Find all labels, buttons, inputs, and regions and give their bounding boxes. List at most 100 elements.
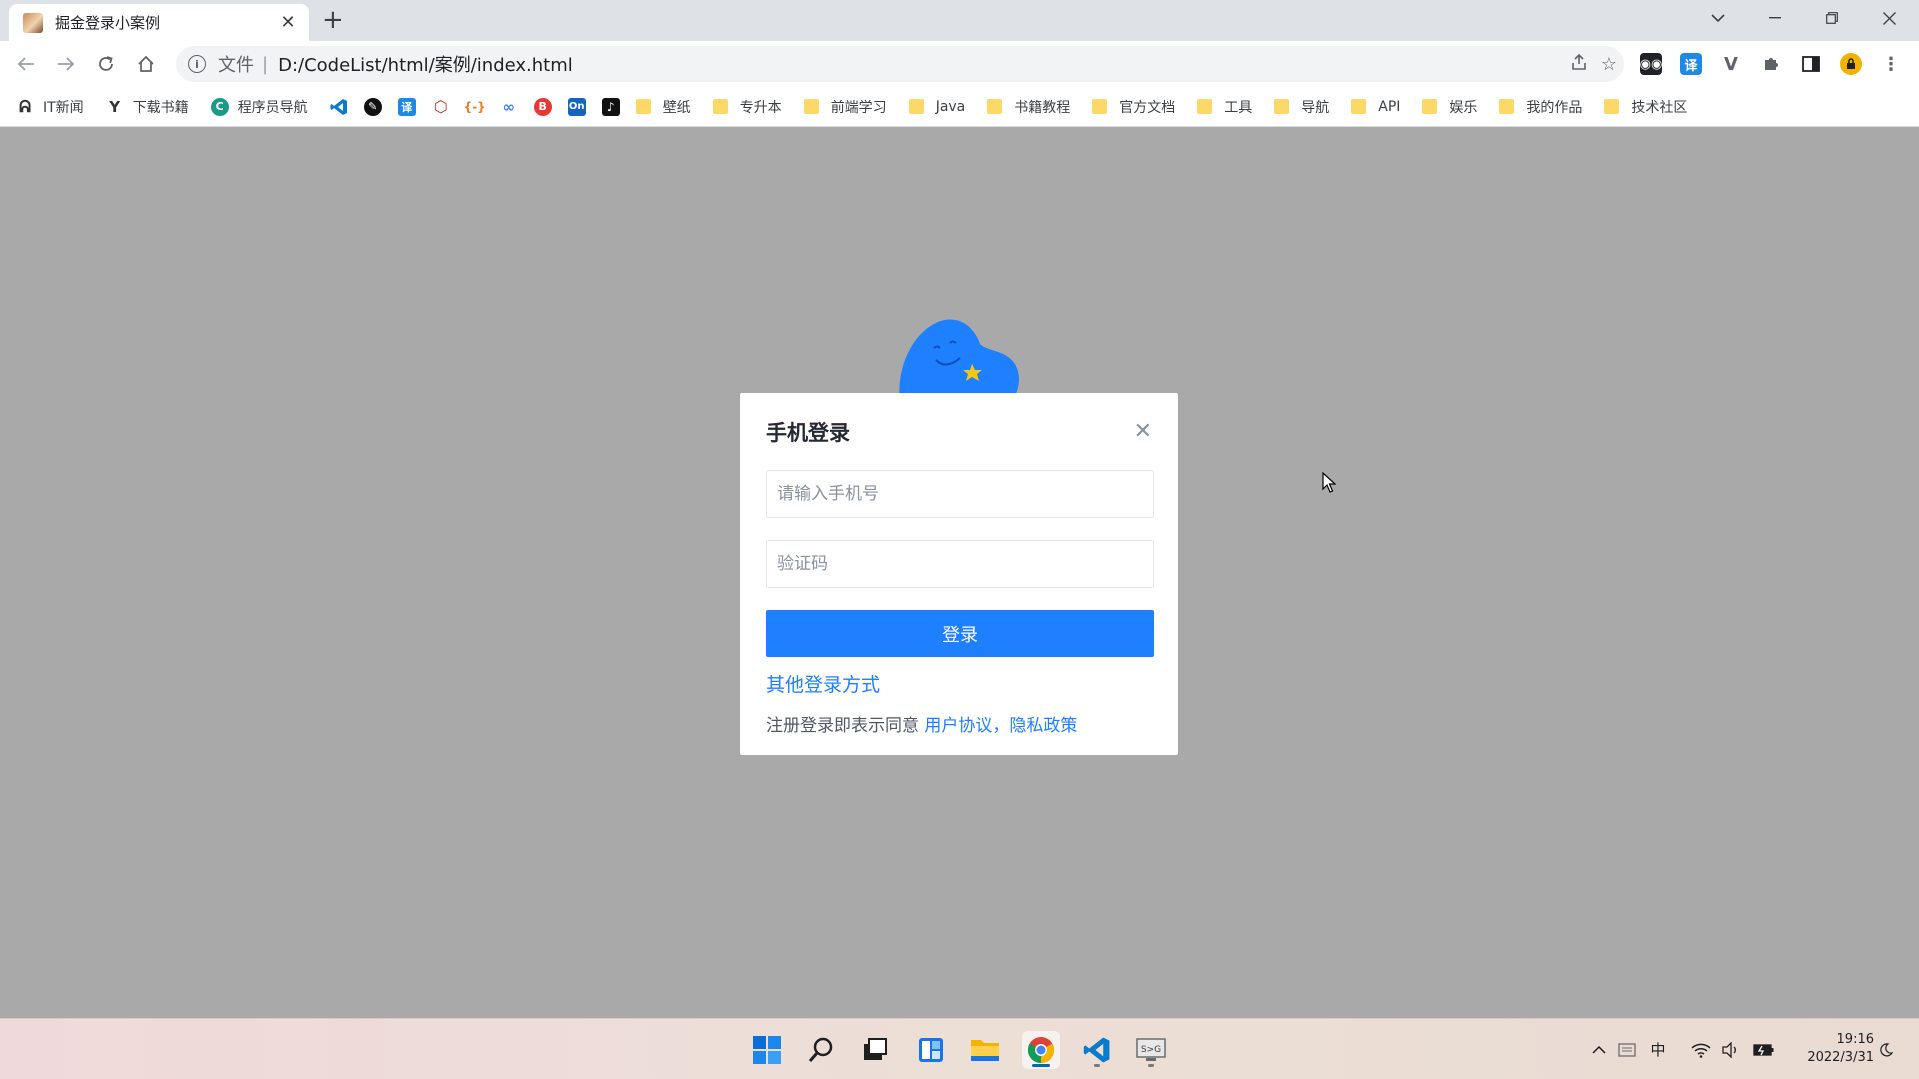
wifi-icon[interactable]: [1688, 1019, 1714, 1079]
hexagon-icon: ⬡: [433, 97, 448, 116]
extension-glasses-icon[interactable]: ◉◉: [1640, 53, 1662, 75]
back-button[interactable]: [12, 50, 40, 78]
login-button[interactable]: 登录: [766, 610, 1154, 657]
bookmarks-bar: ᕱ IT新闻 Y 下载书籍 C 程序员导航 ✎ 译 ⬡ {-} ∞ B On ♪…: [0, 87, 1919, 127]
phone-input[interactable]: [766, 470, 1154, 518]
bookmark-bilibili[interactable]: B: [533, 97, 552, 116]
book-download-icon: Y: [109, 97, 121, 116]
folder-icon: [712, 99, 728, 114]
tab-title: 掘金登录小案例: [55, 14, 161, 32]
close-icon[interactable]: ✕: [1134, 421, 1152, 443]
bookmark-link[interactable]: ∞: [500, 98, 518, 116]
folder-icon: [1604, 99, 1620, 114]
bookmark-tiktok[interactable]: ♪: [601, 97, 620, 116]
folder-icon: [1422, 99, 1438, 114]
address-url[interactable]: D:/CodeList/html/案例/index.html: [278, 51, 1564, 77]
bookmark-folder-frontend[interactable]: 前端学习: [803, 97, 887, 117]
folder-icon: [1092, 99, 1108, 114]
bookmark-folder-books[interactable]: 书籍教程: [987, 97, 1070, 117]
ime-language-indicator[interactable]: 中: [1644, 1019, 1672, 1079]
clock-time: 19:16: [1836, 1032, 1874, 1047]
modal-title: 手机登录: [766, 421, 850, 445]
remote-desktop-icon[interactable]: S>G: [1132, 1031, 1170, 1069]
active-app-indicator: [1032, 1064, 1050, 1067]
forward-button[interactable]: [52, 50, 80, 78]
new-tab-button[interactable]: +: [322, 6, 344, 34]
bookmark-folder-nav[interactable]: 导航: [1274, 97, 1329, 117]
bookmark-folder-wallpaper[interactable]: 壁纸: [635, 97, 691, 117]
bookmark-folder-docs[interactable]: 官方文档: [1092, 97, 1175, 117]
folder-icon: [1274, 99, 1290, 114]
bookmark-coder-nav[interactable]: C 程序员导航: [210, 97, 308, 117]
bookmark-folder-entertainment[interactable]: 娱乐: [1422, 97, 1477, 117]
close-window-button[interactable]: [1861, 0, 1917, 36]
share-icon[interactable]: [1564, 53, 1594, 76]
taskbar-clock[interactable]: 19:16 2022/3/31: [1784, 1031, 1874, 1067]
folder-icon: [1197, 99, 1213, 114]
battery-icon[interactable]: [1750, 1019, 1778, 1079]
bookmark-book-download[interactable]: Y 下载书籍: [106, 97, 188, 117]
bookmark-folder-works[interactable]: 我的作品: [1499, 97, 1582, 117]
vscode-taskbar-icon[interactable]: [1078, 1031, 1116, 1069]
task-view-icon[interactable]: [856, 1031, 894, 1069]
privacy-policy-link[interactable]: 隐私政策: [1009, 716, 1077, 736]
chrome-taskbar-icon[interactable]: [1022, 1031, 1060, 1069]
bookmark-folder-java[interactable]: Java: [908, 99, 965, 115]
bilibili-icon: B: [533, 97, 552, 116]
tab-close-icon[interactable]: ✕: [277, 12, 299, 33]
bookmark-code-bracket[interactable]: {-}: [464, 98, 486, 116]
other-login-link[interactable]: 其他登录方式: [766, 670, 880, 697]
bookmark-it-news[interactable]: ᕱ IT新闻: [16, 97, 84, 117]
clock-date: 2022/3/31: [1807, 1050, 1874, 1065]
bookmark-onenote[interactable]: On: [567, 97, 586, 116]
folder-icon: [803, 99, 819, 114]
bookmark-folder-upgrade[interactable]: 专升本: [712, 97, 782, 117]
bookmark-hexagon[interactable]: ⬡: [432, 97, 450, 116]
coder-nav-icon: C: [210, 97, 229, 116]
extensions-puzzle-icon[interactable]: [1760, 53, 1782, 75]
browser-toolbar: i 文件 | D:/CodeList/html/案例/index.html ☆ …: [0, 41, 1919, 87]
verification-code-input[interactable]: [766, 540, 1154, 588]
mascot-illustration: [899, 319, 1019, 402]
tab-strip: 掘金登录小案例 ✕ +: [0, 0, 1919, 41]
extension-translate-icon[interactable]: 译: [1680, 53, 1702, 75]
restore-button[interactable]: [1804, 0, 1860, 36]
extension-vue-icon[interactable]: V: [1720, 53, 1742, 75]
tab-search-chevron-icon[interactable]: [1690, 0, 1746, 36]
taskbar: S>G 中 19:16 2022/3/31: [0, 1018, 1919, 1079]
bookmark-translate[interactable]: 译: [397, 97, 416, 116]
agreement-text: 注册登录即表示同意 用户协议，隐私政策: [766, 711, 1077, 736]
start-windows-icon[interactable]: [748, 1031, 786, 1069]
minimize-button[interactable]: [1747, 0, 1803, 36]
keyboard-icon[interactable]: [1614, 1019, 1640, 1079]
link-icon: ∞: [502, 97, 515, 116]
bookmark-folder-community[interactable]: 技术社区: [1604, 97, 1687, 117]
focus-moon-icon[interactable]: [1872, 1019, 1900, 1079]
volume-icon[interactable]: [1718, 1019, 1744, 1079]
home-button[interactable]: [132, 50, 160, 78]
bookmark-vscode[interactable]: [329, 97, 348, 116]
browser-tab[interactable]: 掘金登录小案例 ✕: [9, 4, 309, 41]
browser-menu-icon[interactable]: ⋮: [1880, 53, 1902, 75]
address-bar[interactable]: i 文件 | D:/CodeList/html/案例/index.html ☆: [176, 46, 1624, 82]
profile-avatar[interactable]: [1840, 53, 1862, 75]
bookmark-folder-api[interactable]: API: [1351, 99, 1400, 115]
site-info-icon[interactable]: i: [188, 55, 206, 73]
bookmark-folder-tools[interactable]: 工具: [1197, 97, 1252, 117]
address-scheme: 文件: [218, 55, 254, 76]
translate-icon: 译: [397, 97, 416, 116]
tray-overflow-chevron-icon[interactable]: [1586, 1019, 1612, 1079]
search-icon[interactable]: [802, 1031, 840, 1069]
folder-icon: [635, 99, 651, 114]
onenote-icon: On: [567, 97, 586, 116]
it-news-icon: ᕱ: [19, 96, 31, 116]
side-panel-icon[interactable]: [1800, 53, 1822, 75]
bookmark-pen[interactable]: ✎: [363, 97, 382, 116]
user-agreement-link[interactable]: 用户协议: [924, 716, 992, 736]
reload-button[interactable]: [92, 50, 120, 78]
mouse-cursor-icon: [1322, 472, 1336, 493]
file-explorer-icon[interactable]: [966, 1031, 1004, 1069]
bookmark-star-icon[interactable]: ☆: [1594, 54, 1624, 75]
widgets-icon[interactable]: [912, 1031, 950, 1069]
folder-icon: [1351, 99, 1367, 114]
